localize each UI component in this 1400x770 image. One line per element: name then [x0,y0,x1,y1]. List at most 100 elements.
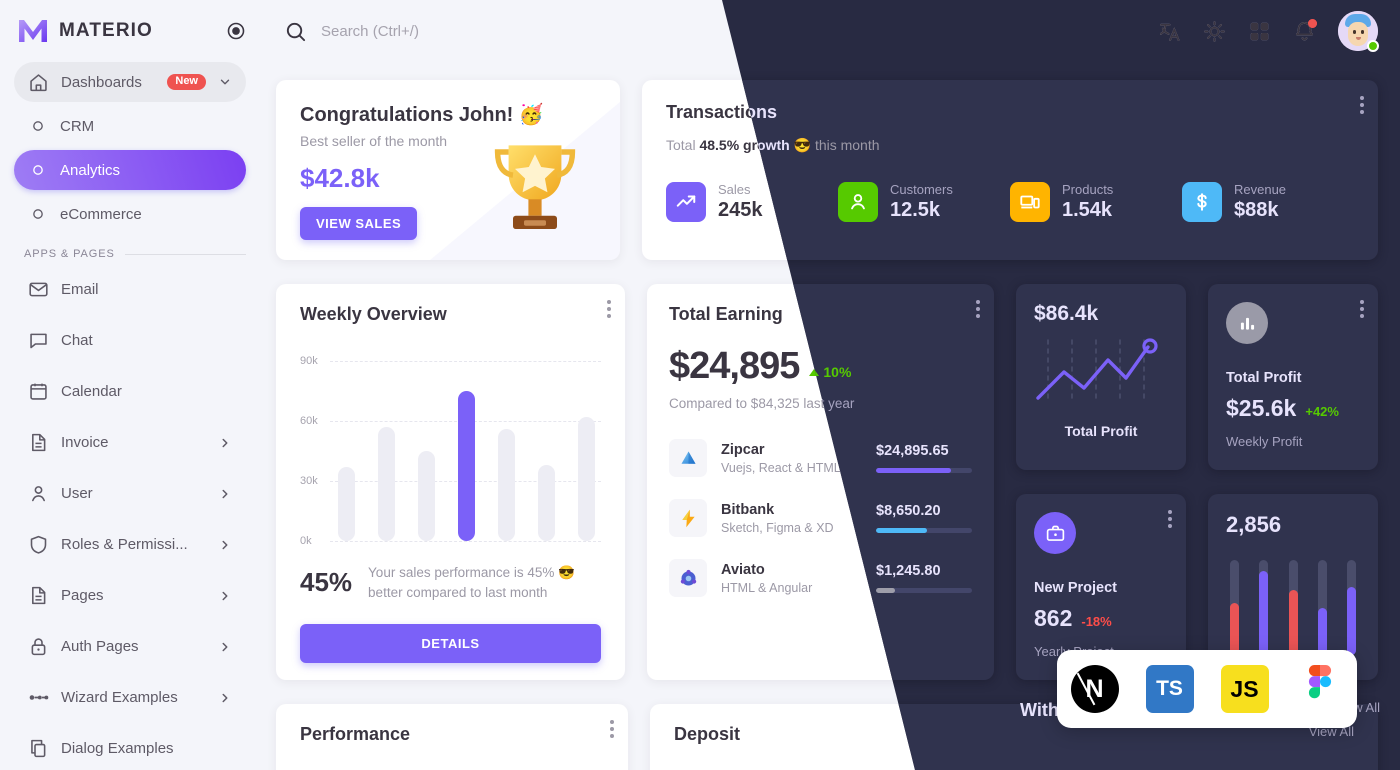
sidebar-item-pages[interactable]: Pages [14,572,246,619]
tx-stat-products: Products 1.54k [1010,182,1182,222]
sidebar-item-crm[interactable]: CRM [14,106,246,146]
sidebar-item-invoice[interactable]: Invoice [14,419,246,466]
sidebar-item-dashboards[interactable]: Dashboards New [14,62,246,102]
performance-menu-icon[interactable] [610,720,614,741]
weekly-bar-chart: 90k 60k 30k 0k [300,355,602,547]
weekly-note: Your sales performance is 45% 😎 better c… [368,563,575,602]
typescript-logo-icon[interactable]: TS [1145,665,1194,713]
translate-icon[interactable] [1158,20,1181,43]
dollar-icon [1182,182,1222,222]
typescript-logo-text: TS [1156,677,1183,700]
sidebar-item-ecommerce[interactable]: eCommerce [14,194,246,234]
radio-toggle-icon[interactable] [226,21,246,41]
item-name: Bitbank [721,501,775,518]
details-button[interactable]: DETAILS [300,624,602,664]
calendar-icon [30,383,47,400]
search-input[interactable] [321,22,661,40]
sidebar-item-label: eCommerce [60,205,142,223]
session-bar-5 [1347,560,1356,655]
search-bar[interactable] [260,20,1158,43]
item-stats: $1,245.80 [876,563,972,593]
tx-sub-post: this month [814,137,880,153]
notification-badge [1308,18,1317,28]
search-icon [286,22,306,41]
deposit-title: Deposit [674,724,741,744]
tx-value: 1.54k [1062,199,1113,221]
chevron-right-icon[interactable] [218,538,232,552]
mini-cards-row-1: $86.4k Total Profit Total Profit $25.6k … [1016,284,1378,470]
sidebar-item-label: Email [61,281,99,298]
weekly-title: Weekly Overview [300,304,447,324]
new-project-delta: -18% [1081,614,1112,629]
nextjs-logo-text: N [1085,674,1104,703]
sidebar-item-email[interactable]: Email [14,266,246,313]
sessions-value: 2,856 [1226,512,1282,537]
item-value: $1,245.80 [876,563,941,579]
lock-icon [31,638,46,656]
weekly-performance-row: 45% Your sales performance is 45% 😎 bett… [300,563,601,602]
brand-name: MATERIO [59,20,153,41]
devices-icon [1010,182,1050,222]
bar-Wed [418,451,435,541]
weekly-note-line2: better compared to last month [368,584,548,600]
chevron-right-icon[interactable] [218,436,232,450]
apps-grid-icon[interactable] [1248,20,1271,43]
notification-bell-icon[interactable] [1293,18,1317,43]
sidebar-item-wizard-examples[interactable]: Wizard Examples [14,674,246,721]
app-root: Congratulations John! 🥳 Best seller of t… [0,0,1400,770]
topbar-light [260,0,1400,62]
weekly-overview-card: Weekly Overview 90k 60k 30k 0k 45% Your … [276,284,626,680]
chevron-down-icon[interactable] [218,75,232,89]
transactions-menu-icon[interactable] [1360,96,1364,117]
sidebar-item-label: Analytics [60,161,121,179]
sidebar-item-calendar[interactable]: Calendar [14,368,246,415]
avatar[interactable] [1338,11,1379,52]
zipcar-logo-icon [669,439,708,477]
new-badge: New [167,74,206,90]
sidebar-item-label: Roles & Permissi... [61,536,188,553]
total-profit-menu-icon[interactable] [1360,300,1364,321]
sidebar-item-user[interactable]: User [14,470,246,517]
home-icon [30,73,47,91]
view-sales-button[interactable]: VIEW SALES [300,207,418,240]
bar-Sun [578,417,595,541]
new-project-menu-icon[interactable] [1168,510,1172,531]
dots-link-icon [29,695,49,700]
item-value: $24,895.65 [876,443,949,459]
sidebar-item-chat[interactable]: Chat [14,317,246,364]
item-name: Aviato [721,561,765,578]
copy-icon [31,739,46,758]
figma-logo-icon[interactable] [1296,665,1344,713]
sidebar-item-label: Wizard Examples [61,689,178,706]
transactions-title: Transactions [722,102,1354,123]
chevron-right-icon[interactable] [218,691,232,705]
chevron-right-icon[interactable] [218,487,232,501]
session-bar-4 [1317,560,1327,655]
sidebar-item-dialog-examples[interactable]: Dialog Examples [14,725,246,770]
javascript-logo-icon[interactable]: JS [1220,665,1269,713]
sidebar-item-label: Pages [61,587,104,604]
document-icon [32,586,46,605]
earning-menu-icon[interactable] [976,300,980,321]
sun-icon[interactable] [1203,20,1226,43]
weekly-note-line1: Your sales performance is 45% 😎 [368,565,575,580]
weekly-menu-icon[interactable] [607,300,612,321]
total-profit-chart-label: Total Profit [1064,423,1138,439]
y-tick-0k: 0k [300,535,312,547]
chevron-right-icon[interactable] [218,589,232,603]
shield-icon [30,535,47,554]
item-progress-bar [876,528,972,533]
y-tick-60k: 60k [300,415,318,427]
circle-icon [33,121,43,131]
topbar-icons-light [1158,11,1400,52]
divider [124,253,246,255]
sidebar-item-roles-permissions[interactable]: Roles & Permissi... [14,521,246,568]
bar-Sat [538,465,555,541]
chevron-right-icon[interactable] [218,640,232,654]
tx-stat-revenue: Revenue $88k [1182,182,1354,222]
sidebar-item-analytics[interactable]: Analytics [14,150,246,190]
sidebar-item-auth-pages[interactable]: Auth Pages [14,623,246,670]
tx-label: Revenue [1234,182,1287,197]
nextjs-logo-icon[interactable]: N [1070,665,1119,713]
total-profit-value-row: $25.6k +42% [1226,395,1360,422]
